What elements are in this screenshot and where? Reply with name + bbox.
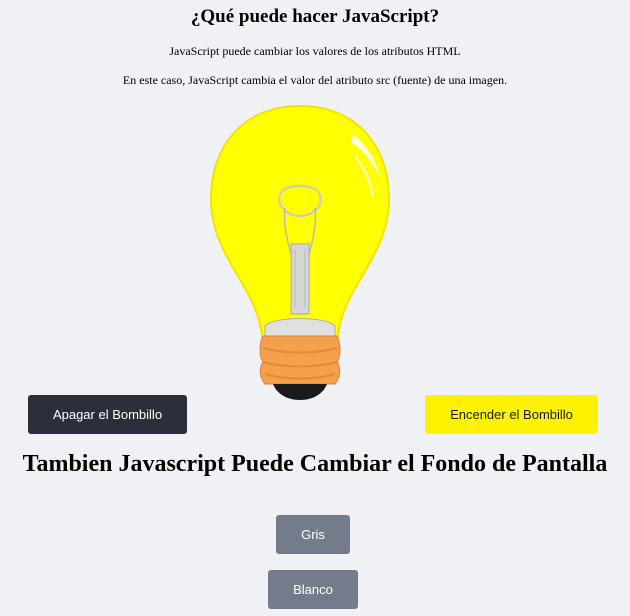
description-text: En este caso, JavaScript cambia el valor… xyxy=(122,73,508,87)
light-bulb-image xyxy=(209,104,391,400)
white-background-button[interactable]: Blanco xyxy=(268,570,358,609)
turn-off-bulb-button[interactable]: Apagar el Bombillo xyxy=(28,395,187,434)
page: ¿Qué puede hacer JavaScript? JavaScript … xyxy=(0,0,630,616)
bulb-tip xyxy=(273,384,327,400)
turn-on-bulb-button[interactable]: Encender el Bombillo xyxy=(425,395,598,434)
page-title: ¿Qué puede hacer JavaScript? xyxy=(190,6,440,27)
intro-text: JavaScript puede cambiar los valores de … xyxy=(169,44,461,58)
bulb-stem xyxy=(290,243,310,315)
gray-background-button[interactable]: Gris xyxy=(276,515,350,554)
background-section-heading: Tambien Javascript Puede Cambiar el Fond… xyxy=(22,451,608,477)
